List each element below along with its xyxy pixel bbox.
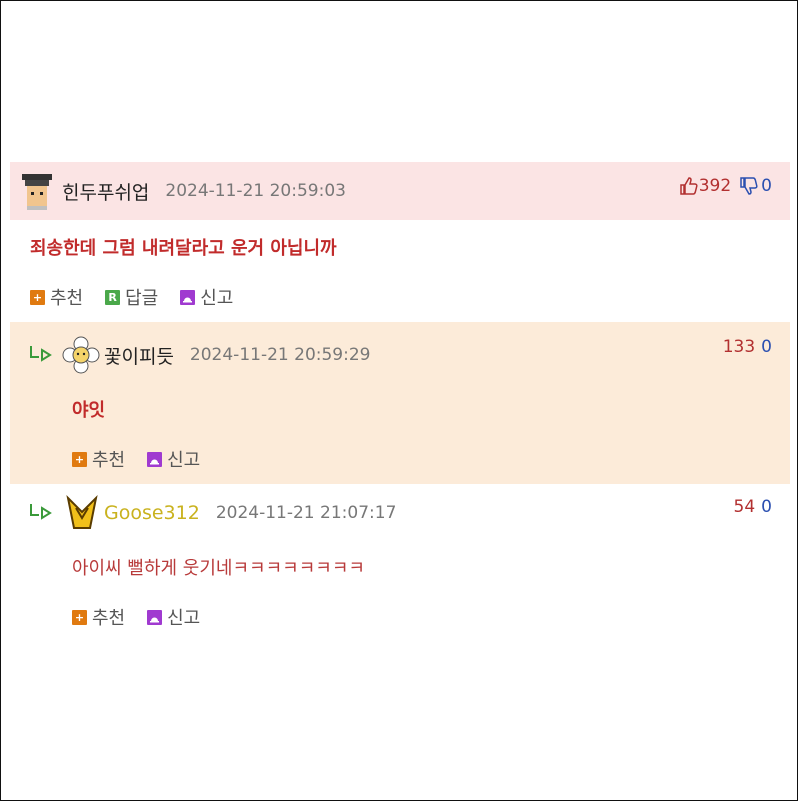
comment-2-votes: 133 0 bbox=[723, 337, 772, 357]
reply-arrow-icon bbox=[28, 344, 54, 366]
flower-avatar-icon[interactable] bbox=[62, 336, 100, 374]
comment-1-header: 힌두푸쉬업 2024-11-21 20:59:03 392 0 bbox=[10, 162, 790, 220]
plus-icon: + bbox=[72, 609, 87, 625]
comment-3: Goose312 2024-11-21 21:07:17 54 0 아이씨 뻘하… bbox=[10, 484, 790, 644]
thumbs-up-icon[interactable] bbox=[679, 176, 699, 196]
comment-1-down-count: 0 bbox=[761, 176, 772, 196]
reply-button[interactable]: R 답글 bbox=[105, 284, 158, 310]
comment-1-text: 죄송한데 그럼 내려달라고 운거 아닙니까 bbox=[30, 238, 337, 259]
recommend-label: 추천 bbox=[92, 608, 126, 629]
plus-icon: + bbox=[72, 451, 87, 467]
thumbs-down-icon[interactable] bbox=[739, 176, 759, 196]
comment-2-nickname[interactable]: 꽃이피듯 bbox=[104, 342, 174, 369]
report-button[interactable]: 신고 bbox=[180, 284, 233, 310]
comment-1-nickname[interactable]: 힌두푸쉬업 bbox=[62, 178, 149, 205]
comment-2: 꽃이피듯 2024-11-21 20:59:29 133 0 야잇 + 추천 신… bbox=[10, 322, 790, 484]
reply-label: 답글 bbox=[125, 288, 159, 309]
comment-1-up-count: 392 bbox=[698, 176, 732, 196]
comment-2-actions: + 추천 신고 bbox=[72, 446, 222, 472]
siren-icon bbox=[180, 289, 196, 305]
comment-2-up-count: 133 bbox=[722, 337, 756, 357]
comment-3-nickname[interactable]: Goose312 bbox=[104, 502, 200, 524]
report-button[interactable]: 신고 bbox=[147, 446, 200, 472]
recommend-button[interactable]: + 추천 bbox=[30, 284, 83, 310]
comment-1-votes: 392 0 bbox=[679, 176, 772, 196]
comment-3-date: 2024-11-21 21:07:17 bbox=[215, 503, 397, 523]
comment-2-date: 2024-11-21 20:59:29 bbox=[189, 345, 371, 365]
report-label: 신고 bbox=[167, 608, 201, 629]
report-button[interactable]: 신고 bbox=[147, 604, 200, 630]
comment-3-votes: 54 0 bbox=[734, 497, 772, 517]
comment-3-up-count: 54 bbox=[733, 497, 756, 517]
recommend-button[interactable]: + 추천 bbox=[72, 604, 125, 630]
reply-r-icon: R bbox=[105, 289, 121, 305]
comment-3-down-count: 0 bbox=[761, 497, 772, 517]
siren-icon bbox=[147, 609, 163, 625]
reply-arrow-icon bbox=[28, 502, 54, 524]
report-label: 신고 bbox=[167, 450, 201, 471]
comment-1-date: 2024-11-21 20:59:03 bbox=[165, 181, 346, 201]
report-label: 신고 bbox=[200, 288, 234, 309]
comment-3-text: 아이씨 뻘하게 웃기네ㅋㅋㅋㅋㅋㅋㅋㅋ bbox=[72, 558, 365, 579]
plus-icon: + bbox=[30, 289, 45, 305]
recommend-label: 추천 bbox=[50, 288, 84, 309]
comment-3-actions: + 추천 신고 bbox=[72, 604, 222, 630]
siren-icon bbox=[147, 451, 163, 467]
recommend-button[interactable]: + 추천 bbox=[72, 446, 125, 472]
graduate-avatar-icon[interactable] bbox=[20, 172, 54, 210]
recommend-label: 추천 bbox=[92, 450, 126, 471]
comment-2-down-count: 0 bbox=[761, 337, 772, 357]
yellow-badge-avatar-icon[interactable] bbox=[64, 494, 100, 532]
comment-1-actions: + 추천 R 답글 신고 bbox=[30, 284, 255, 310]
comment-2-text: 야잇 bbox=[72, 400, 106, 421]
